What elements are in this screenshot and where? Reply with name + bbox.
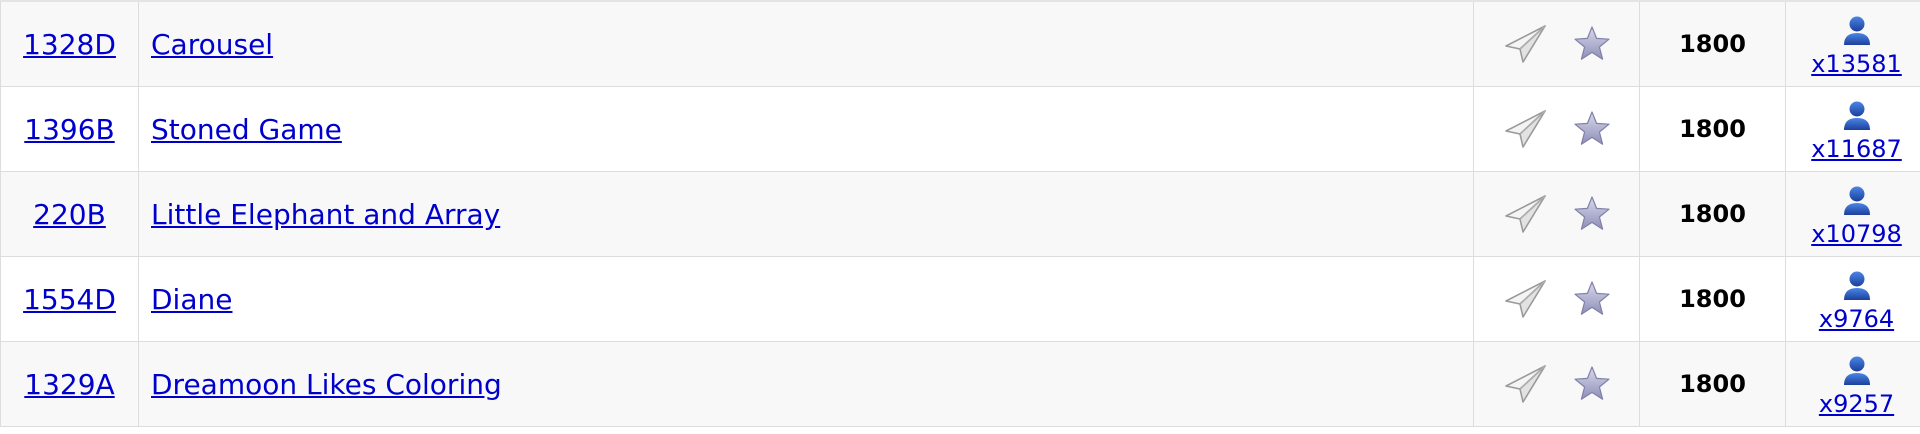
problem-name-cell: Diane — [138, 256, 1474, 342]
problem-id-cell: 1328D — [0, 0, 139, 87]
paper-plane-icon[interactable] — [1503, 21, 1549, 67]
user-icon — [1839, 269, 1875, 305]
difficulty-rating: 1800 — [1679, 115, 1746, 143]
table-row: 1329A Dreamoon Likes Coloring 1800 x9257 — [0, 341, 1920, 427]
solved-count-link[interactable]: x13581 — [1811, 52, 1902, 76]
difficulty-rating: 1800 — [1679, 285, 1746, 313]
user-icon — [1839, 354, 1875, 390]
table-row: 220B Little Elephant and Array 1800 x107… — [0, 171, 1920, 257]
problem-name-link[interactable]: Little Elephant and Array — [151, 198, 500, 231]
paper-plane-icon[interactable] — [1503, 361, 1549, 407]
table-row: 1396B Stoned Game 1800 x11687 — [0, 86, 1920, 172]
table-row: 1328D Carousel 1800 x13581 — [0, 0, 1920, 87]
rating-cell: 1800 — [1639, 256, 1786, 342]
solved-count-link[interactable]: x10798 — [1811, 222, 1902, 246]
actions-cell — [1473, 341, 1640, 427]
difficulty-rating: 1800 — [1679, 30, 1746, 58]
solved-count-link[interactable]: x9764 — [1819, 307, 1894, 331]
user-icon — [1839, 99, 1875, 135]
rating-cell: 1800 — [1639, 171, 1786, 257]
star-icon[interactable] — [1573, 280, 1611, 318]
solved-count-link[interactable]: x9257 — [1819, 392, 1894, 416]
problem-name-cell: Little Elephant and Array — [138, 171, 1474, 257]
problem-id-cell: 1396B — [0, 86, 139, 172]
problem-name-link[interactable]: Diane — [151, 283, 232, 316]
problem-id-cell: 1329A — [0, 341, 139, 427]
problem-id-link[interactable]: 1328D — [23, 28, 116, 61]
rating-cell: 1800 — [1639, 341, 1786, 427]
solved-count-link[interactable]: x11687 — [1811, 137, 1902, 161]
problem-id-link[interactable]: 1396B — [24, 113, 114, 146]
problem-id-link[interactable]: 1554D — [23, 283, 116, 316]
actions-cell — [1473, 0, 1640, 87]
table-row: 1554D Diane 1800 x9764 — [0, 256, 1920, 342]
problem-id-cell: 220B — [0, 171, 139, 257]
problem-name-cell: Stoned Game — [138, 86, 1474, 172]
solved-count-cell: x10798 — [1785, 171, 1920, 257]
user-icon — [1839, 184, 1875, 220]
problem-name-cell: Carousel — [138, 0, 1474, 87]
star-icon[interactable] — [1573, 365, 1611, 403]
actions-cell — [1473, 171, 1640, 257]
paper-plane-icon[interactable] — [1503, 276, 1549, 322]
star-icon[interactable] — [1573, 110, 1611, 148]
difficulty-rating: 1800 — [1679, 370, 1746, 398]
problem-name-link[interactable]: Stoned Game — [151, 113, 342, 146]
actions-cell — [1473, 86, 1640, 172]
problem-table: 1328D Carousel 1800 x13581 1396B Stoned … — [0, 0, 1920, 427]
actions-cell — [1473, 256, 1640, 342]
problem-name-link[interactable]: Carousel — [151, 28, 273, 61]
rating-cell: 1800 — [1639, 0, 1786, 87]
solved-count-cell: x13581 — [1785, 0, 1920, 87]
problem-id-cell: 1554D — [0, 256, 139, 342]
rating-cell: 1800 — [1639, 86, 1786, 172]
problem-name-link[interactable]: Dreamoon Likes Coloring — [151, 368, 502, 401]
paper-plane-icon[interactable] — [1503, 191, 1549, 237]
star-icon[interactable] — [1573, 195, 1611, 233]
solved-count-cell: x9764 — [1785, 256, 1920, 342]
solved-count-cell: x11687 — [1785, 86, 1920, 172]
star-icon[interactable] — [1573, 25, 1611, 63]
problem-name-cell: Dreamoon Likes Coloring — [138, 341, 1474, 427]
solved-count-cell: x9257 — [1785, 341, 1920, 427]
difficulty-rating: 1800 — [1679, 200, 1746, 228]
problem-id-link[interactable]: 220B — [33, 198, 106, 231]
problem-id-link[interactable]: 1329A — [24, 368, 114, 401]
user-icon — [1839, 14, 1875, 50]
paper-plane-icon[interactable] — [1503, 106, 1549, 152]
